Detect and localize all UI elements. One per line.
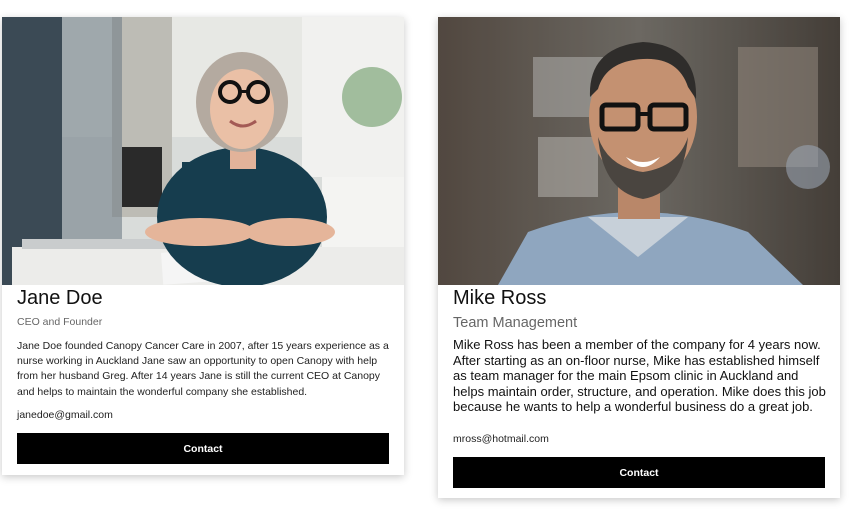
contact-button[interactable]: Contact bbox=[453, 457, 825, 488]
member-role: Team Management bbox=[453, 315, 578, 331]
member-name: Jane Doe bbox=[17, 287, 103, 309]
member-bio: Mike Ross has been a member of the compa… bbox=[453, 337, 826, 414]
member-bio: Jane Doe founded Canopy Cancer Care in 2… bbox=[17, 340, 389, 398]
contact-button[interactable]: Contact bbox=[17, 433, 389, 464]
member-role: CEO and Founder bbox=[17, 316, 103, 328]
team-card-mike-ross: Mike Ross Team Management Mike Ross has … bbox=[438, 17, 840, 498]
member-email: mross@hotmail.com bbox=[453, 433, 549, 445]
profile-photo-jane-doe bbox=[2, 17, 404, 285]
member-name: Mike Ross bbox=[453, 287, 547, 309]
member-email: janedoe@gmail.com bbox=[17, 409, 113, 421]
team-card-jane-doe: Jane Doe CEO and Founder Jane Doe founde… bbox=[2, 17, 404, 475]
profile-photo-mike-ross bbox=[438, 17, 840, 285]
